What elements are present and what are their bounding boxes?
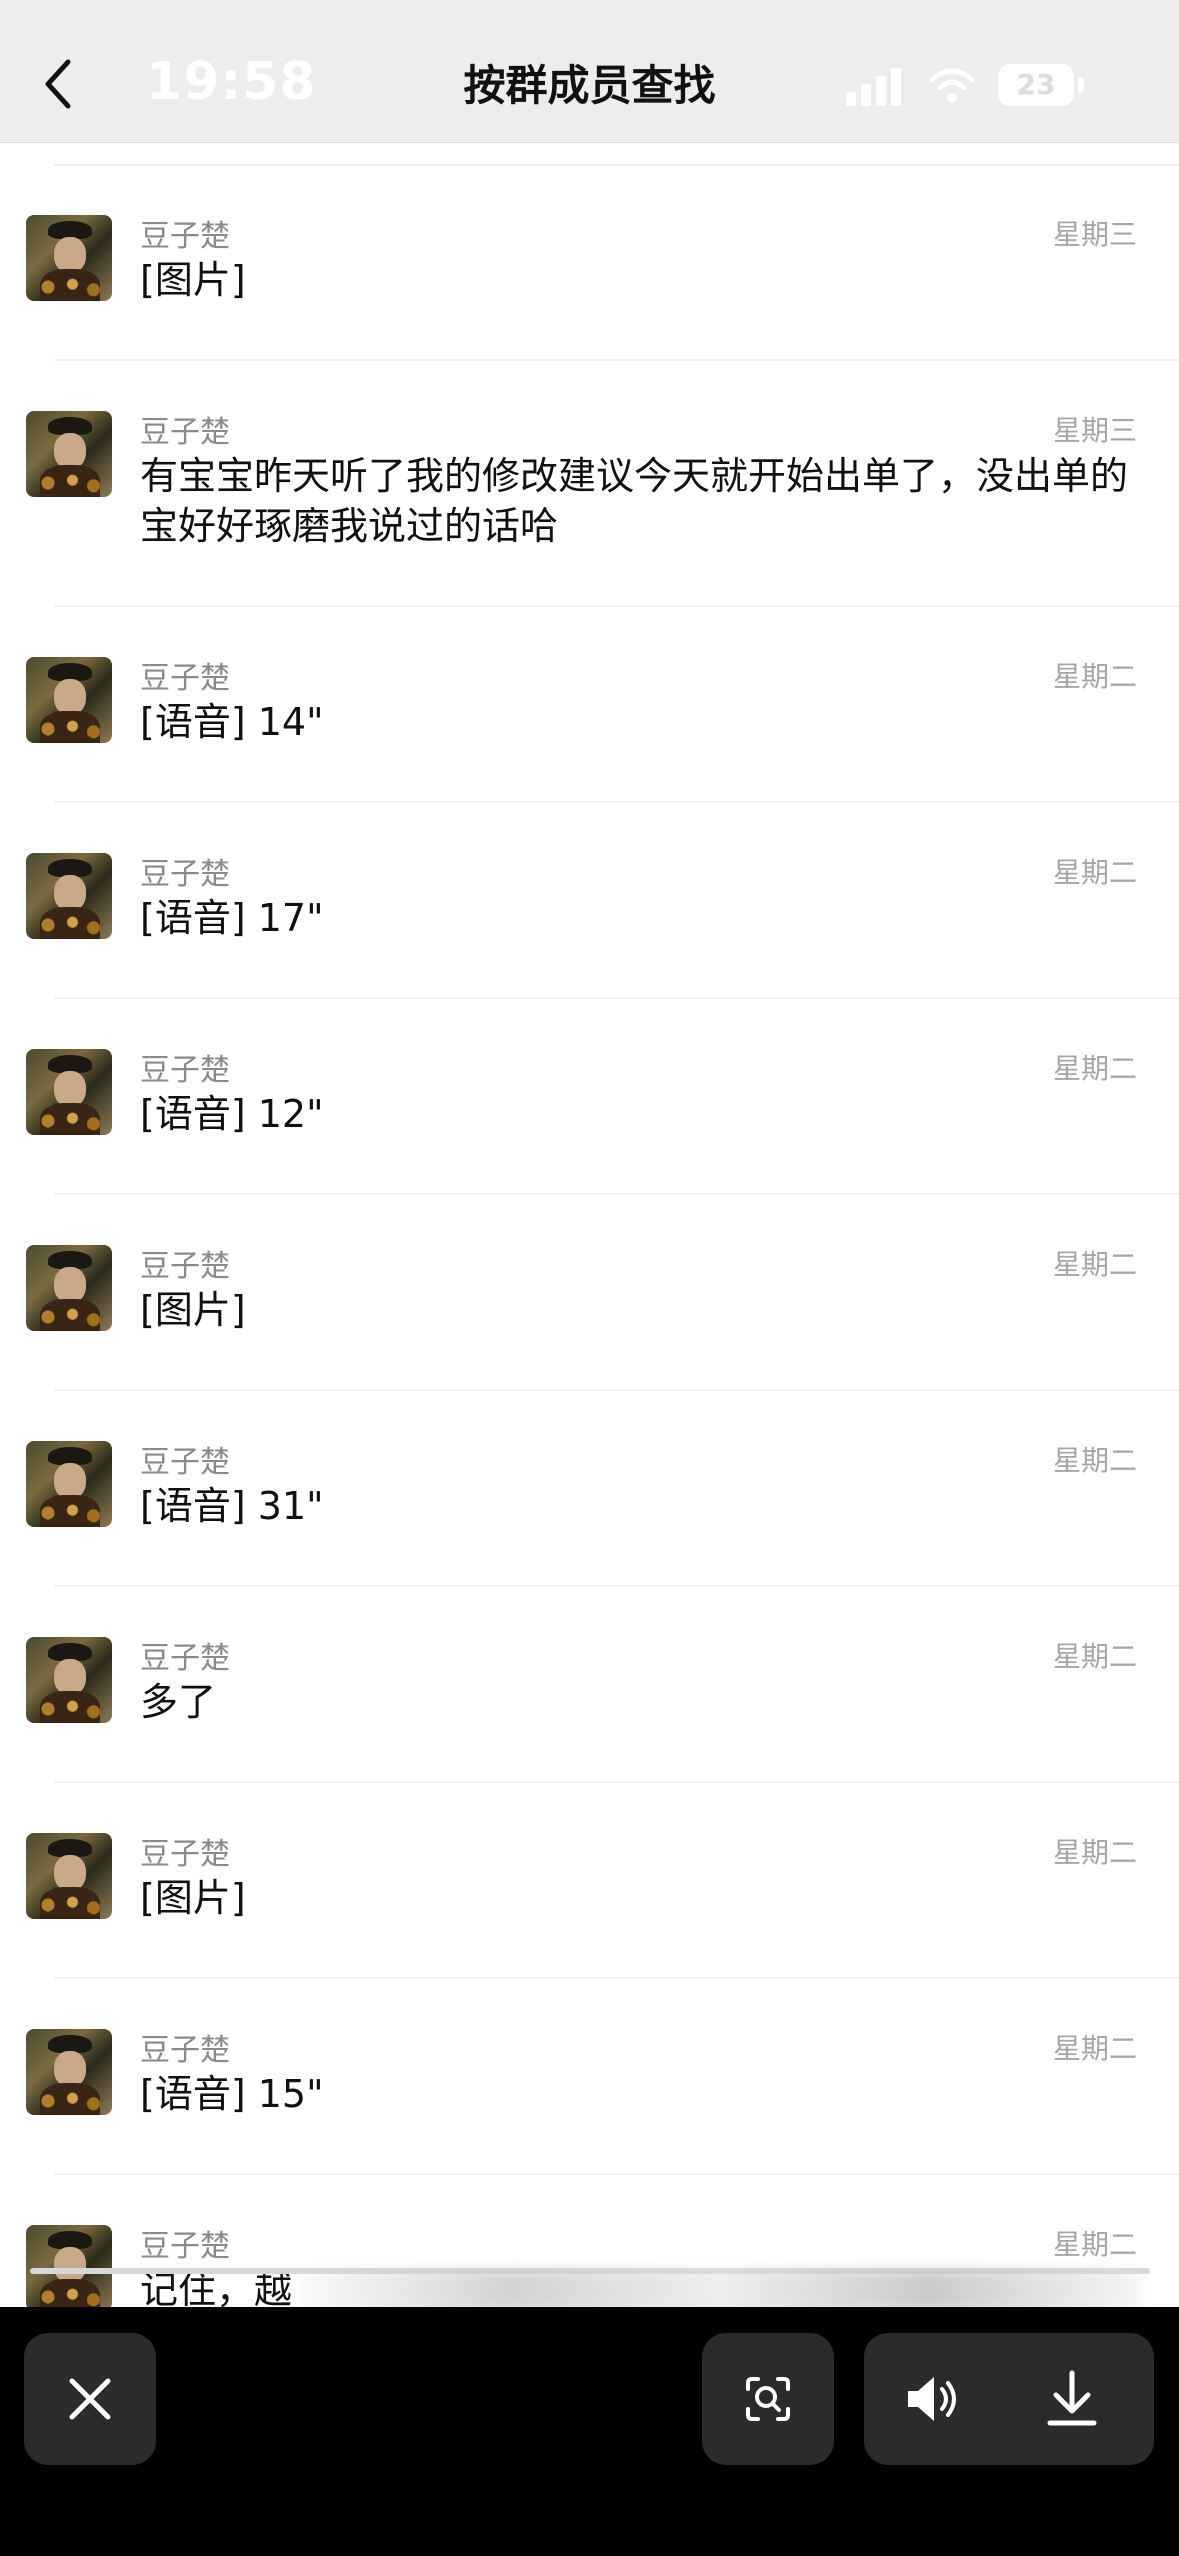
speaker-icon [908,2377,956,2421]
avatar[interactable] [26,1049,112,1135]
divider [54,1193,1179,1195]
message-content: 有宝宝昨天听了我的修改建议今天就开始出单了，没出单的宝好好琢磨我说过的话哈 [140,454,1129,548]
image-search-icon [746,2377,790,2421]
bottom-toolbar [0,2307,1179,2556]
close-icon [69,2378,111,2420]
message-content: [语音] 31" [140,1484,324,1528]
message-time: 星期三 [1052,414,1137,447]
message-time: 星期二 [1052,2032,1137,2065]
sender-name: 豆子楚 [140,1837,230,1872]
battery-level: 23 [998,64,1074,106]
battery-nub [1078,77,1084,93]
divider [54,2173,1179,2175]
divider [54,801,1179,803]
message-content: [语音] 17" [140,896,324,940]
avatar[interactable] [26,411,112,497]
avatar[interactable] [26,215,112,301]
blurred-overlay [300,2270,1140,2312]
sender-name: 豆子楚 [140,2229,230,2264]
avatar[interactable] [26,657,112,743]
message-content: [图片] [140,1288,246,1332]
avatar[interactable] [26,2029,112,2115]
message-time: 星期二 [1052,1836,1137,1869]
message-time: 星期二 [1052,1248,1137,1281]
divider [54,164,1179,166]
download-icon [1047,2370,1097,2426]
avatar[interactable] [26,2225,112,2307]
avatar[interactable] [26,1637,112,1723]
message-content: [语音] 12" [140,1092,324,1136]
image-search-button[interactable] [702,2333,834,2465]
avatar[interactable] [26,1833,112,1919]
divider [54,1389,1179,1391]
download-button[interactable] [1042,2369,1102,2429]
divider [54,1977,1179,1979]
speaker-button[interactable] [904,2369,964,2429]
avatar[interactable] [26,853,112,939]
sender-name: 豆子楚 [140,415,230,450]
sender-name: 豆子楚 [140,661,230,696]
sender-name: 豆子楚 [140,2033,230,2068]
message-list[interactable]: 豆子楚 星期三 [图片] 豆子楚 星期三 有宝宝昨天听了我的修改建议今天就开始出… [0,143,1179,2307]
divider [54,359,1179,361]
sender-name: 豆子楚 [140,1445,230,1480]
sender-name: 豆子楚 [140,1641,230,1676]
message-content: [图片] [140,1876,246,1920]
message-time: 星期二 [1052,1052,1137,1085]
wifi-icon [930,68,974,103]
sender-name: 豆子楚 [140,857,230,892]
divider [54,1585,1179,1587]
message-time: 星期二 [1052,1444,1137,1477]
message-time: 星期二 [1052,660,1137,693]
divider [54,997,1179,999]
media-actions [864,2333,1154,2465]
sender-name: 豆子楚 [140,1053,230,1088]
message-content: [语音] 15" [140,2072,324,2116]
avatar[interactable] [26,1245,112,1331]
message-content: [语音] 14" [140,700,324,744]
divider [54,605,1179,607]
close-button[interactable] [24,2333,156,2465]
message-time: 星期三 [1052,218,1137,251]
header-bar: 19:58 按群成员查找 23 [0,0,1179,143]
message-content: [图片] [140,258,246,302]
sender-name: 豆子楚 [140,219,230,254]
sender-name: 豆子楚 [140,1249,230,1284]
signal-icon [846,68,901,106]
avatar[interactable] [26,1441,112,1527]
message-time: 星期二 [1052,856,1137,889]
message-time: 星期二 [1052,2228,1137,2261]
divider [54,1781,1179,1783]
message-content: 多了 [140,1680,217,1724]
message-time: 星期二 [1052,1640,1137,1673]
